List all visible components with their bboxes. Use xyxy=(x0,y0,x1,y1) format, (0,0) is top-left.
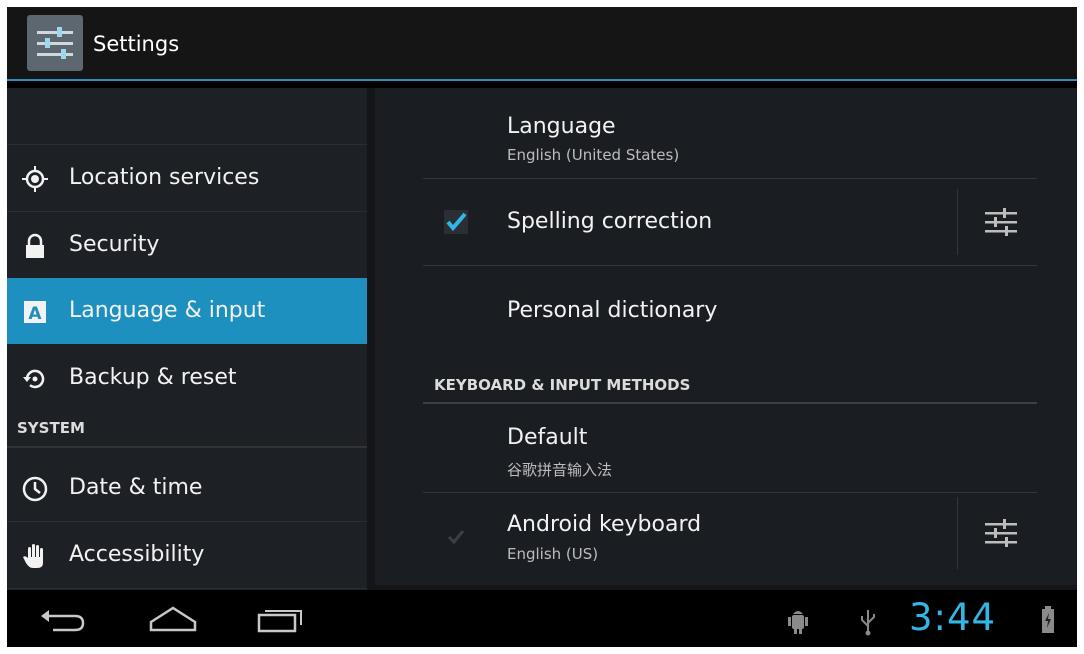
spelling-title: Spelling correction xyxy=(507,209,713,234)
spelling-settings-button[interactable] xyxy=(979,200,1023,244)
sidebar-item-label: Location services xyxy=(69,165,260,190)
check-icon xyxy=(444,210,468,234)
settings-detail: Language English (United States) Spellin… xyxy=(367,88,1077,590)
spelling-correction-row[interactable]: Spelling correction xyxy=(423,179,1037,265)
clock-icon xyxy=(21,475,49,503)
tune-sliders-icon xyxy=(985,519,1017,547)
lock-icon xyxy=(21,232,49,260)
restore-icon xyxy=(21,365,49,393)
battery-charging-icon xyxy=(1041,605,1055,639)
home-button[interactable] xyxy=(143,600,203,638)
spelling-checkbox[interactable] xyxy=(443,209,469,235)
android-keyboard-settings-button[interactable] xyxy=(979,511,1023,555)
default-subtitle: 谷歌拼音输入法 xyxy=(507,461,613,479)
sidebar-section-header: SYSTEM xyxy=(7,412,367,448)
action-bar: Settings xyxy=(7,7,1077,81)
sidebar-item-label: Date & time xyxy=(69,475,203,500)
android-keyboard-title: Android keyboard xyxy=(507,512,702,537)
android-debug-icon xyxy=(787,608,809,640)
language-row[interactable]: Language English (United States) xyxy=(423,106,1037,178)
settings-sidebar: Location services Security A Language & … xyxy=(7,88,367,590)
default-title: Default xyxy=(507,425,588,450)
android-keyboard-checkbox[interactable] xyxy=(443,523,469,549)
usb-icon xyxy=(859,608,877,640)
vertical-separator xyxy=(957,497,958,569)
recent-apps-icon xyxy=(257,610,302,633)
default-input-row[interactable]: Default 谷歌拼音输入法 xyxy=(423,404,1037,492)
location-icon xyxy=(21,165,49,193)
language-title: Language xyxy=(507,114,616,139)
system-bar: 3:44 xyxy=(7,590,1077,647)
app-title: Settings xyxy=(93,32,180,56)
sidebar-item-security[interactable]: Security xyxy=(7,212,367,279)
home-icon xyxy=(149,606,197,632)
sidebar-section-label: SYSTEM xyxy=(17,419,85,437)
recent-apps-button[interactable] xyxy=(249,600,309,638)
android-keyboard-subtitle: English (US) xyxy=(507,545,599,563)
android-keyboard-row[interactable]: Android keyboard English (US) xyxy=(423,493,1037,581)
back-button[interactable] xyxy=(33,600,93,638)
sidebar-item-backup-reset[interactable]: Backup & reset xyxy=(7,345,367,411)
svg-text:A: A xyxy=(28,304,42,324)
settings-sliders-icon[interactable] xyxy=(27,15,83,71)
check-icon xyxy=(447,530,465,545)
hand-icon xyxy=(21,542,49,570)
sidebar-item-label: Security xyxy=(69,232,160,257)
status-clock: 3:44 xyxy=(909,596,997,639)
content-panel: Language English (United States) Spellin… xyxy=(375,88,1077,585)
language-subtitle: English (United States) xyxy=(507,146,680,164)
dictionary-title: Personal dictionary xyxy=(507,298,718,323)
sidebar-item-accessibility[interactable]: Accessibility xyxy=(7,522,367,589)
keyboard-a-icon: A xyxy=(21,298,49,326)
sidebar-item-label: Accessibility xyxy=(69,542,205,567)
keyboard-section-header: KEYBOARD & INPUT METHODS xyxy=(434,376,691,394)
sidebar-item-hidden[interactable] xyxy=(7,88,367,145)
sidebar-item-date-time[interactable]: Date & time xyxy=(7,455,367,522)
personal-dictionary-row[interactable]: Personal dictionary xyxy=(423,266,1037,352)
back-arrow-icon xyxy=(41,610,85,632)
vertical-separator xyxy=(957,189,958,255)
tune-sliders-icon xyxy=(985,208,1017,236)
sidebar-item-label: Backup & reset xyxy=(69,365,237,390)
tablet-screen: Settings Location services Security A La… xyxy=(7,7,1077,647)
sidebar-item-location-services[interactable]: Location services xyxy=(7,145,367,212)
sidebar-item-label: Language & input xyxy=(69,298,266,323)
sidebar-item-language-input[interactable]: A Language & input xyxy=(7,278,367,344)
